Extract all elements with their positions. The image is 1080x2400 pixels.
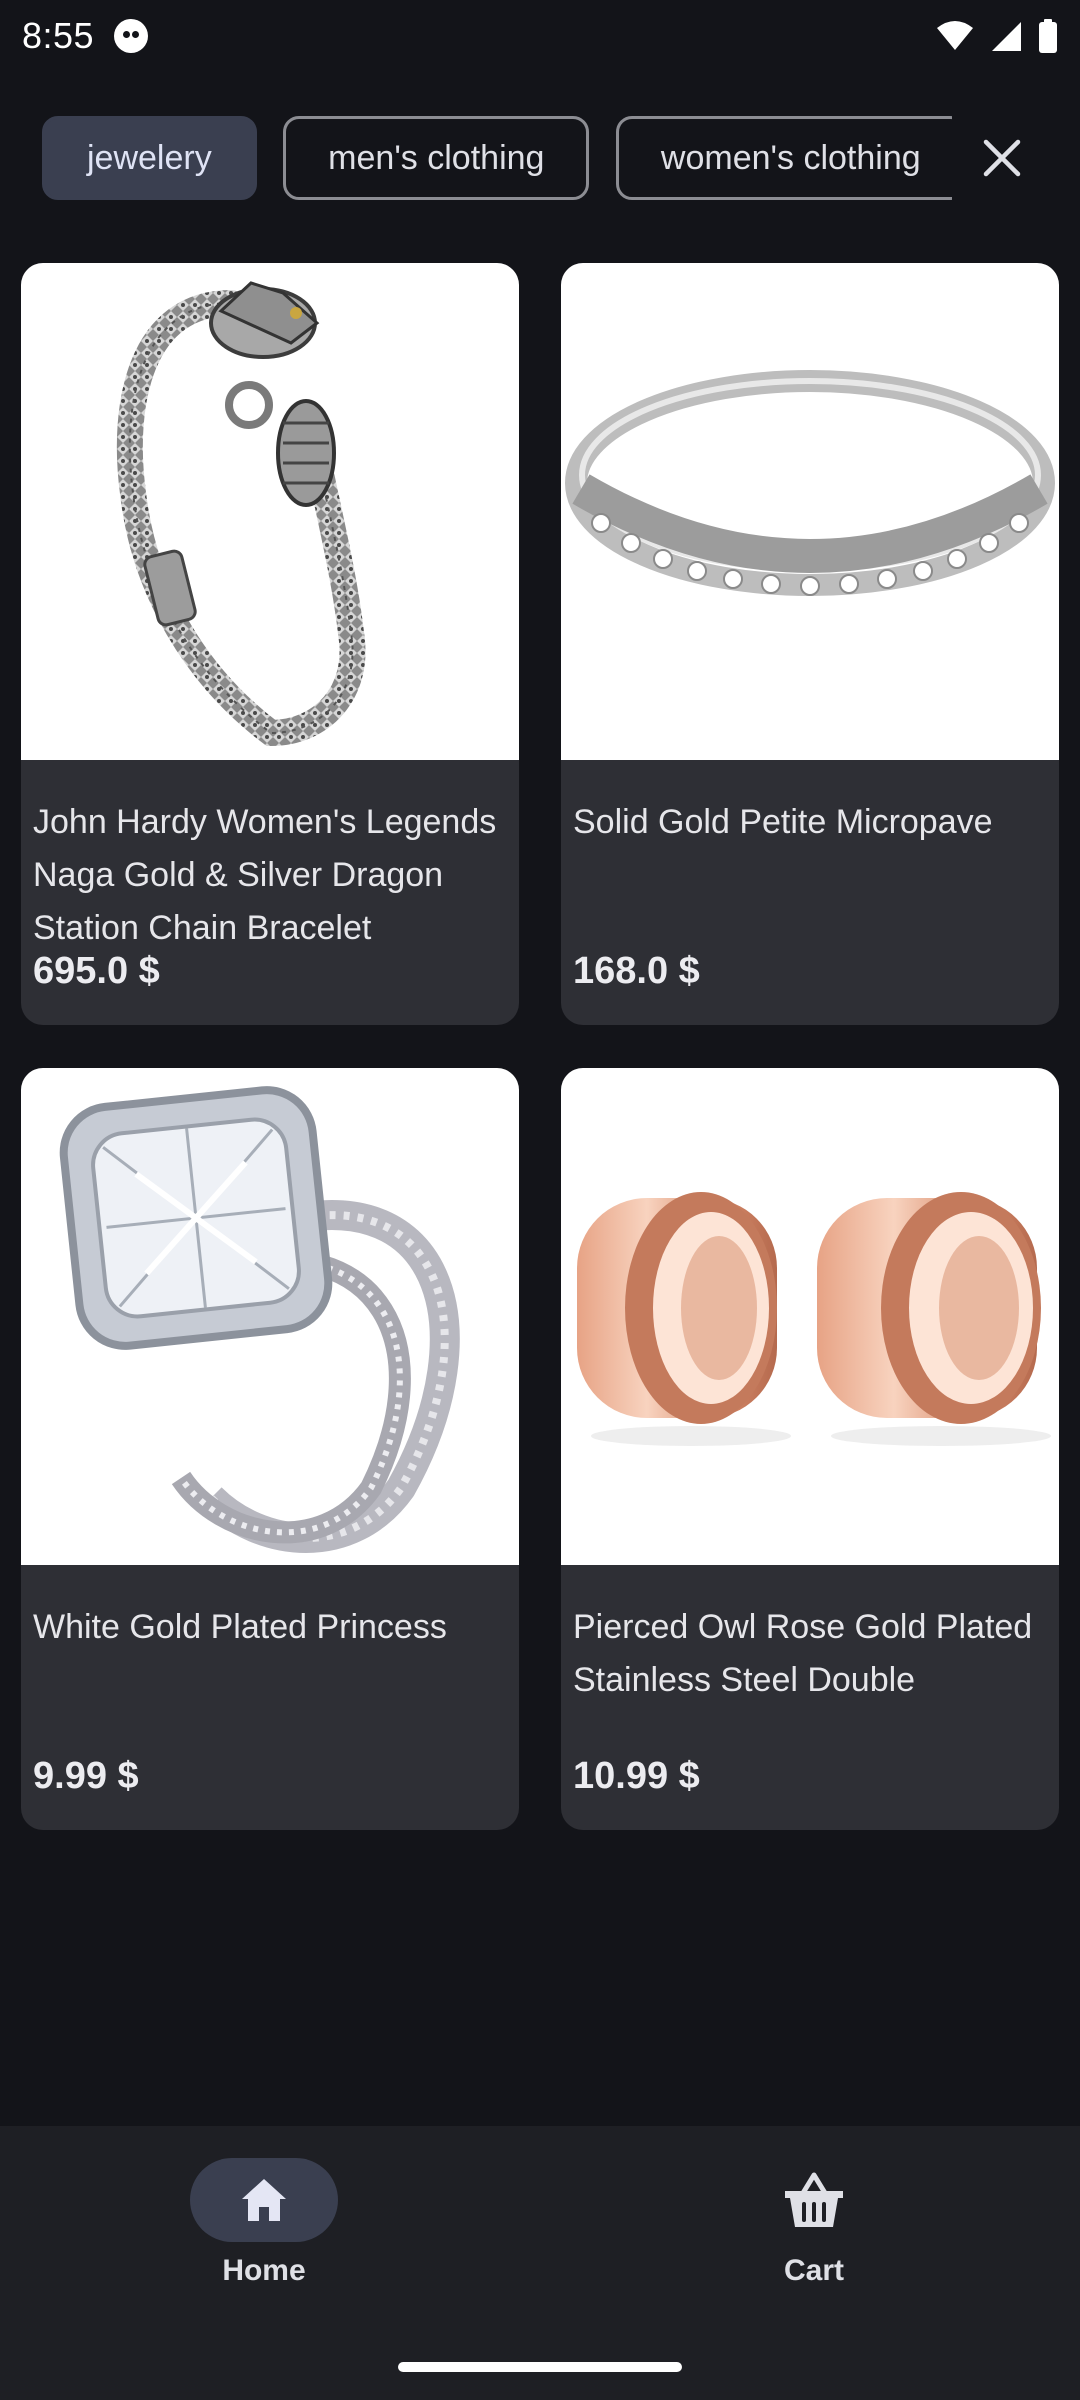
nav-cart[interactable]: Cart bbox=[664, 2158, 964, 2308]
app-notification-icon bbox=[114, 19, 149, 53]
product-info: White Gold Plated Princess 9.99 $ bbox=[21, 1565, 519, 1830]
product-info: Solid Gold Petite Micropave 168.0 $ bbox=[561, 760, 1059, 1025]
category-filter-bar: jewelery men's clothing women's clothing bbox=[0, 116, 1080, 200]
product-card[interactable]: Solid Gold Petite Micropave 168.0 $ bbox=[561, 263, 1059, 1025]
nav-home-indicator bbox=[190, 2158, 338, 2242]
rose-gold-tunnels-image bbox=[577, 1192, 1051, 1446]
status-bar: 8:55 bbox=[0, 0, 1080, 72]
nav-cart-indicator bbox=[740, 2158, 888, 2242]
nav-label: Home bbox=[222, 2254, 306, 2287]
product-title: John Hardy Women's Legends Naga Gold & S… bbox=[33, 803, 497, 947]
chip-label: men's clothing bbox=[328, 138, 545, 177]
product-title: Solid Gold Petite Micropave bbox=[573, 803, 993, 841]
chip-mens-clothing[interactable]: men's clothing bbox=[283, 116, 590, 200]
product-price: 168.0 $ bbox=[573, 950, 700, 992]
category-chips[interactable]: jewelery men's clothing women's clothing bbox=[42, 116, 952, 200]
nav-label: Cart bbox=[783, 2254, 844, 2287]
product-card[interactable]: White Gold Plated Princess 9.99 $ bbox=[21, 1068, 519, 1830]
product-info: Pierced Owl Rose Gold Plated Stainless S… bbox=[561, 1565, 1059, 1830]
product-title: Pierced Owl Rose Gold Plated Stainless S… bbox=[573, 1608, 1033, 1699]
product-card[interactable]: John Hardy Women's Legends Naga Gold & S… bbox=[21, 263, 519, 1025]
product-image bbox=[21, 1068, 519, 1565]
product-info: John Hardy Women's Legends Naga Gold & S… bbox=[21, 760, 519, 1025]
basket-icon bbox=[785, 2172, 843, 2227]
nav-home[interactable]: Home bbox=[114, 2158, 414, 2308]
product-price: 9.99 $ bbox=[33, 1755, 139, 1797]
signal-icon bbox=[992, 22, 1021, 51]
status-time: 8:55 bbox=[22, 15, 95, 56]
product-image bbox=[561, 1068, 1059, 1565]
princess-ring-set-image bbox=[59, 1086, 460, 1553]
battery-icon bbox=[1039, 19, 1057, 53]
chip-label: jewelery bbox=[87, 138, 212, 177]
product-image bbox=[561, 263, 1059, 760]
chip-label: women's clothing bbox=[660, 138, 921, 177]
product-image bbox=[21, 263, 519, 760]
chip-jewelery[interactable]: jewelery bbox=[42, 116, 257, 200]
product-price: 10.99 $ bbox=[573, 1755, 700, 1797]
product-card[interactable]: Pierced Owl Rose Gold Plated Stainless S… bbox=[561, 1068, 1059, 1830]
dragon-chain-bracelet-image bbox=[116, 281, 366, 747]
status-icons bbox=[936, 19, 1058, 53]
chip-womens-clothing[interactable]: women's clothing bbox=[615, 116, 952, 200]
product-price: 695.0 $ bbox=[33, 950, 160, 992]
bottom-navigation: Home Cart bbox=[0, 2126, 1080, 2400]
gesture-navigation-bar[interactable] bbox=[398, 2362, 682, 2372]
product-title: White Gold Plated Princess bbox=[33, 1608, 447, 1646]
close-icon bbox=[983, 139, 1021, 177]
home-icon bbox=[242, 2179, 286, 2221]
micropave-ring-image bbox=[565, 370, 1055, 596]
clear-filter-button[interactable] bbox=[972, 128, 1032, 188]
wifi-icon bbox=[937, 21, 973, 50]
